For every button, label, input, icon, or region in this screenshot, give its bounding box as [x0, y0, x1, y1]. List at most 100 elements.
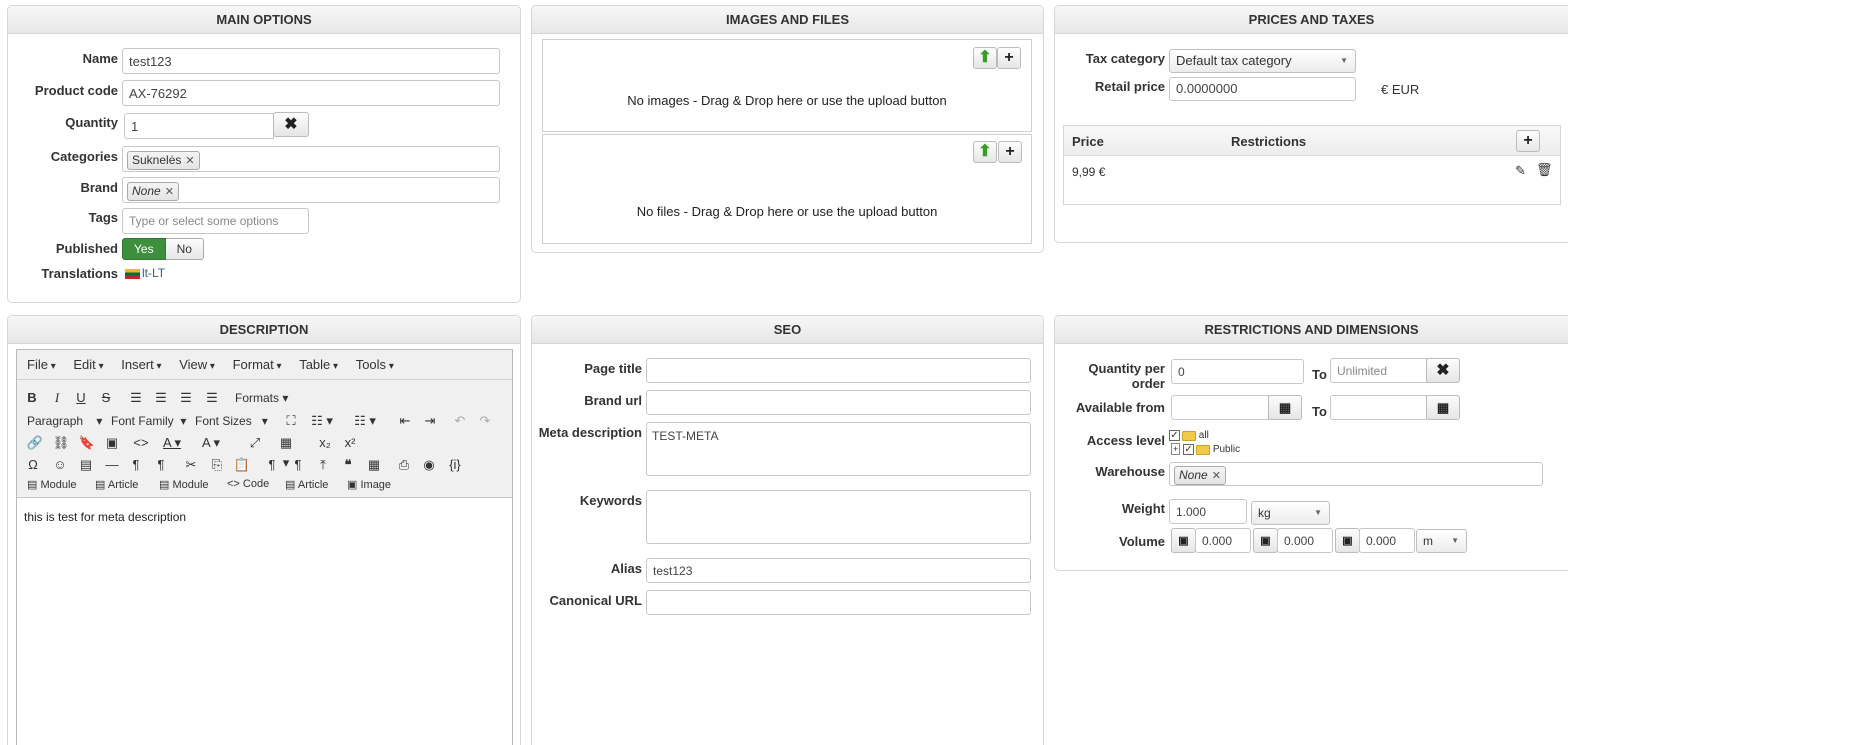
- tags-input[interactable]: [122, 208, 309, 234]
- print-icon[interactable]: ⎙: [393, 455, 415, 475]
- strikethrough-icon[interactable]: S: [95, 388, 117, 408]
- paragraph-ltr-icon[interactable]: ¶: [125, 455, 147, 475]
- underline-icon[interactable]: U: [70, 388, 92, 408]
- justify-icon[interactable]: ☰: [201, 388, 223, 408]
- horizontal-rule-icon[interactable]: —: [101, 455, 123, 475]
- upload-image-button[interactable]: ⬆: [973, 47, 997, 69]
- product-code-input[interactable]: [122, 80, 500, 106]
- copy-icon[interactable]: ⎘: [206, 455, 228, 475]
- insert-article-button[interactable]: ▤ Article: [95, 478, 138, 491]
- access-item-public[interactable]: + ✓ Public: [1171, 443, 1240, 456]
- menu-tools[interactable]: Tools: [356, 350, 394, 382]
- unlink-icon[interactable]: ⛓: [50, 433, 72, 453]
- retail-price-input[interactable]: [1169, 77, 1356, 101]
- insert-module-button-2[interactable]: ▤ Module: [159, 478, 209, 491]
- indent-icon[interactable]: ⇥: [419, 411, 441, 431]
- weight-unit-select[interactable]: kg ▼: [1251, 501, 1330, 525]
- bullet-list-icon[interactable]: ☷ ▾: [311, 411, 333, 431]
- weight-input[interactable]: [1169, 499, 1247, 524]
- upload-icon[interactable]: ⤒: [312, 455, 334, 475]
- bookmark-icon[interactable]: 🔖: [76, 433, 98, 453]
- translation-link[interactable]: lt-LT: [142, 266, 165, 280]
- remove-tag-icon[interactable]: ✕: [185, 155, 194, 167]
- brand-input[interactable]: None ✕: [122, 177, 500, 203]
- menu-view[interactable]: View: [179, 350, 215, 382]
- trash-icon[interactable]: 🗑: [1536, 162, 1553, 178]
- menu-edit[interactable]: Edit: [73, 350, 103, 382]
- menu-file[interactable]: File: [27, 350, 56, 382]
- visual-chars-icon[interactable]: ¶: [287, 455, 309, 475]
- page-title-input[interactable]: [646, 358, 1031, 383]
- paste-icon[interactable]: 📋: [231, 455, 253, 475]
- align-right-icon[interactable]: ☰: [175, 388, 197, 408]
- superscript-icon[interactable]: x²: [339, 433, 361, 453]
- alias-input[interactable]: [646, 558, 1031, 583]
- editor-content[interactable]: this is test for meta description: [17, 498, 512, 536]
- bold-icon[interactable]: B: [21, 388, 43, 408]
- categories-input[interactable]: Suknelės ✕: [122, 146, 500, 172]
- table-icon[interactable]: ▦ ▾: [275, 433, 297, 470]
- link-icon[interactable]: 🔗: [24, 433, 46, 453]
- quantity-input[interactable]: [124, 113, 274, 139]
- quantity-clear-button[interactable]: ✖: [273, 112, 309, 137]
- fullscreen-icon[interactable]: ⤢: [244, 433, 266, 453]
- brand-url-input[interactable]: [646, 390, 1031, 415]
- media-icon[interactable]: ▤: [75, 455, 97, 475]
- keywords-textarea[interactable]: [646, 490, 1031, 544]
- numbered-list-icon[interactable]: ☷ ▾: [354, 411, 376, 431]
- text-color-icon[interactable]: A ▾: [161, 433, 183, 453]
- outdent-icon[interactable]: ⇤: [394, 411, 416, 431]
- cut-icon[interactable]: ✂: [180, 455, 202, 475]
- calendar-button[interactable]: ▦: [1268, 395, 1302, 420]
- subscript-icon[interactable]: x₂: [314, 433, 336, 453]
- menu-format[interactable]: Format: [233, 350, 282, 382]
- align-left-icon[interactable]: ☰: [125, 388, 147, 408]
- quantity-to-input[interactable]: [1330, 358, 1427, 383]
- canonical-url-input[interactable]: [646, 590, 1031, 615]
- warehouse-input[interactable]: None ✕: [1169, 462, 1543, 486]
- template-icon[interactable]: ▦: [363, 455, 385, 475]
- remove-tag-icon[interactable]: ✕: [165, 186, 174, 198]
- published-toggle[interactable]: Yes No: [122, 238, 204, 260]
- meta-description-textarea[interactable]: TEST-META: [646, 422, 1031, 476]
- name-input[interactable]: [122, 48, 500, 74]
- remove-tag-icon[interactable]: ✕: [1212, 470, 1221, 482]
- formats-dropdown[interactable]: Formats ▾: [235, 391, 288, 405]
- files-dropzone[interactable]: ⬆ + No files - Drag & Drop here or use t…: [542, 134, 1032, 244]
- undo-icon[interactable]: ↶: [449, 411, 471, 431]
- available-to-input[interactable]: [1330, 395, 1427, 420]
- add-price-button[interactable]: +: [1516, 130, 1540, 152]
- menu-insert[interactable]: Insert: [121, 350, 161, 382]
- add-file-button[interactable]: +: [998, 141, 1022, 163]
- insert-module-button[interactable]: ▤ Module: [27, 478, 77, 491]
- italic-icon[interactable]: I: [46, 388, 68, 408]
- volume-length-input[interactable]: [1195, 528, 1251, 553]
- available-from-input[interactable]: [1171, 395, 1269, 420]
- insert-image-button[interactable]: ▣ Image: [347, 478, 391, 491]
- source-code-icon[interactable]: {i}: [444, 455, 466, 475]
- quantity-from-input[interactable]: [1171, 359, 1304, 384]
- omega-icon[interactable]: Ω: [22, 455, 44, 475]
- published-yes-button[interactable]: Yes: [122, 238, 166, 260]
- font-family-dropdown[interactable]: Font Family ▾: [111, 414, 186, 428]
- expand-icon[interactable]: +: [1171, 443, 1181, 456]
- blockquote-icon[interactable]: ❝: [337, 455, 359, 475]
- paragraph-rtl-icon[interactable]: ¶: [150, 455, 172, 475]
- published-no-button[interactable]: No: [165, 238, 204, 260]
- quantity-to-clear-button[interactable]: ✖: [1426, 358, 1460, 383]
- font-sizes-dropdown[interactable]: Font Sizes ▾: [195, 414, 268, 428]
- emoticon-icon[interactable]: ☺: [49, 455, 71, 475]
- insert-code-button[interactable]: <> Code: [227, 478, 269, 490]
- upload-file-button[interactable]: ⬆: [973, 141, 997, 163]
- edit-icon[interactable]: ✎: [1515, 163, 1526, 179]
- checkbox-checked-icon[interactable]: ✓: [1183, 444, 1195, 456]
- images-dropzone[interactable]: ⬆ + No images - Drag & Drop here or use …: [542, 39, 1032, 132]
- redo-icon[interactable]: ↷: [474, 411, 496, 431]
- insert-article-button-2[interactable]: ▤ Article: [285, 478, 328, 491]
- tax-category-select[interactable]: Default tax category ▼: [1169, 49, 1356, 73]
- align-center-icon[interactable]: ☰: [150, 388, 172, 408]
- background-color-icon[interactable]: A ▾: [200, 433, 222, 453]
- preview-icon[interactable]: ◉: [418, 455, 440, 475]
- menu-table[interactable]: Table: [299, 350, 338, 382]
- calendar-button-2[interactable]: ▦: [1426, 395, 1460, 420]
